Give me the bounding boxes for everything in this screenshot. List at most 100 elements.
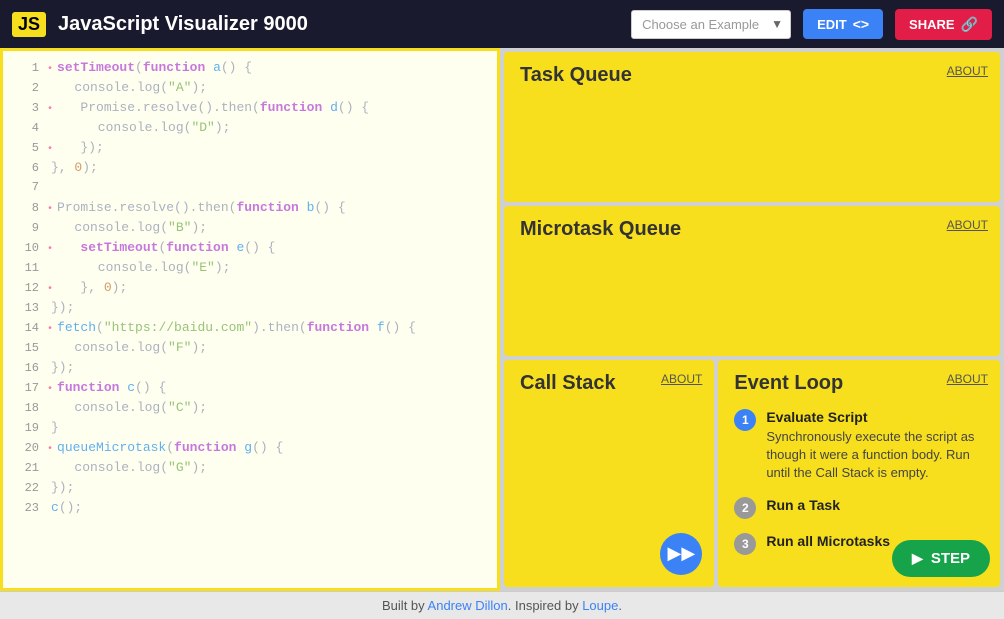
code-area[interactable]: 1•setTimeout(function a() {2 console.log… — [3, 51, 497, 588]
code-token: ); — [215, 260, 231, 275]
main-content: 1•setTimeout(function a() {2 console.log… — [0, 48, 1004, 591]
example-select[interactable]: Choose an Example — [631, 10, 791, 39]
event-step-content: Run all Microtasks — [766, 533, 890, 549]
code-token: console.log( — [51, 460, 168, 475]
line-number: 17 — [11, 381, 39, 395]
line-number: 3 — [11, 101, 39, 115]
code-text: setTimeout(function e() { — [57, 240, 275, 255]
event-step-content: Evaluate ScriptSynchronously execute the… — [766, 409, 984, 483]
code-token: queueMicrotask — [57, 440, 166, 455]
code-token: ); — [191, 220, 207, 235]
code-token: () { — [244, 240, 275, 255]
line-dot: • — [47, 144, 53, 155]
code-token: ); — [215, 120, 231, 135]
share-button[interactable]: SHARE 🔗 — [895, 9, 992, 40]
microtask-queue-about[interactable]: ABOUT — [947, 218, 988, 232]
example-select-wrapper: Choose an Example ▼ — [631, 10, 791, 39]
line-number: 14 — [11, 321, 39, 335]
task-queue-panel: Task Queue ABOUT — [504, 52, 1000, 202]
code-token: console.log( — [51, 220, 168, 235]
line-number: 20 — [11, 441, 39, 455]
footer-author-link[interactable]: Andrew Dillon — [428, 598, 508, 613]
right-panel: Task Queue ABOUT Microtask Queue ABOUT C… — [500, 48, 1004, 591]
step-label: STEP — [931, 550, 970, 567]
code-token: console.log( — [51, 340, 168, 355]
code-token: function — [307, 320, 369, 335]
code-token: a — [205, 60, 221, 75]
code-token: }); — [51, 480, 74, 495]
code-token: ); — [112, 280, 128, 295]
code-text: Promise.resolve().then(function d() { — [57, 100, 369, 115]
code-line: 14•fetch("https://baidu.com").then(funct… — [3, 319, 497, 339]
footer-text-prefix: Built by — [382, 598, 428, 613]
code-line: 13 }); — [3, 299, 497, 319]
code-token: ); — [191, 460, 207, 475]
edit-button[interactable]: EDIT <> — [803, 9, 883, 39]
step-button[interactable]: ▶ STEP — [892, 540, 990, 577]
code-token: }, — [51, 160, 74, 175]
code-token: function — [260, 100, 322, 115]
event-loop-item: 2Run a Task — [734, 497, 984, 519]
task-queue-about[interactable]: ABOUT — [947, 64, 988, 78]
code-token: ( — [166, 440, 174, 455]
call-stack-about[interactable]: ABOUT — [661, 372, 702, 386]
code-token: b — [299, 200, 315, 215]
code-token: "https://baidu.com" — [104, 320, 252, 335]
code-text: console.log("F"); — [51, 340, 207, 355]
code-line: 6 }, 0); — [3, 159, 497, 179]
next-button[interactable]: ▶▶ — [660, 533, 702, 575]
code-line: 4 console.log("D"); — [3, 119, 497, 139]
link-icon: 🔗 — [961, 16, 978, 33]
microtask-queue-title: Microtask Queue — [520, 218, 681, 240]
event-step-number: 2 — [734, 497, 756, 519]
code-token: () { — [338, 100, 369, 115]
code-line: 9 console.log("B"); — [3, 219, 497, 239]
code-token: function — [143, 60, 205, 75]
code-token: "G" — [168, 460, 191, 475]
js-logo: JS — [12, 12, 46, 37]
code-text: console.log("B"); — [51, 220, 207, 235]
line-number: 10 — [11, 241, 39, 255]
event-step-desc: Synchronously execute the script as thou… — [766, 428, 984, 483]
line-number: 11 — [11, 261, 39, 275]
footer-inspiration-link[interactable]: Loupe — [582, 598, 618, 613]
code-line: 1•setTimeout(function a() { — [3, 59, 497, 79]
footer: Built by Andrew Dillon. Inspired by Loup… — [0, 591, 1004, 619]
code-line: 7 — [3, 179, 497, 199]
code-token: setTimeout — [57, 60, 135, 75]
code-text: console.log("E"); — [51, 260, 230, 275]
code-token: "E" — [191, 260, 214, 275]
event-step-label: Run all Microtasks — [766, 533, 890, 549]
code-token: ( — [135, 60, 143, 75]
edit-label: EDIT — [817, 17, 847, 32]
line-number: 16 — [11, 361, 39, 375]
code-line: 19 } — [3, 419, 497, 439]
footer-text-suffix: . — [618, 598, 622, 613]
code-text: }); — [51, 360, 74, 375]
line-dot: • — [47, 244, 53, 255]
code-text: } — [51, 420, 59, 435]
play-icon: ▶ — [912, 550, 923, 567]
code-token: "D" — [191, 120, 214, 135]
code-token: function — [174, 440, 236, 455]
code-text: console.log("D"); — [51, 120, 230, 135]
code-icon: <> — [853, 16, 869, 32]
event-loop-about[interactable]: ABOUT — [947, 372, 988, 386]
code-token: fetch — [57, 320, 96, 335]
code-token: console.log( — [51, 80, 168, 95]
code-token: function — [57, 380, 119, 395]
code-line: 22 }); — [3, 479, 497, 499]
code-text: }); — [57, 140, 104, 155]
line-dot: • — [47, 444, 53, 455]
line-number: 1 — [11, 61, 39, 75]
code-token: console.log( — [51, 400, 168, 415]
line-number: 22 — [11, 481, 39, 495]
code-line: 20•queueMicrotask(function g() { — [3, 439, 497, 459]
line-number: 4 — [11, 121, 39, 135]
code-line: 23 c(); — [3, 499, 497, 519]
code-text: Promise.resolve().then(function b() { — [57, 200, 346, 215]
line-dot: • — [47, 384, 53, 395]
code-token: ); — [191, 80, 207, 95]
code-line: 8•Promise.resolve().then(function b() { — [3, 199, 497, 219]
call-stack-panel: Call Stack ABOUT ▶▶ — [504, 360, 714, 587]
